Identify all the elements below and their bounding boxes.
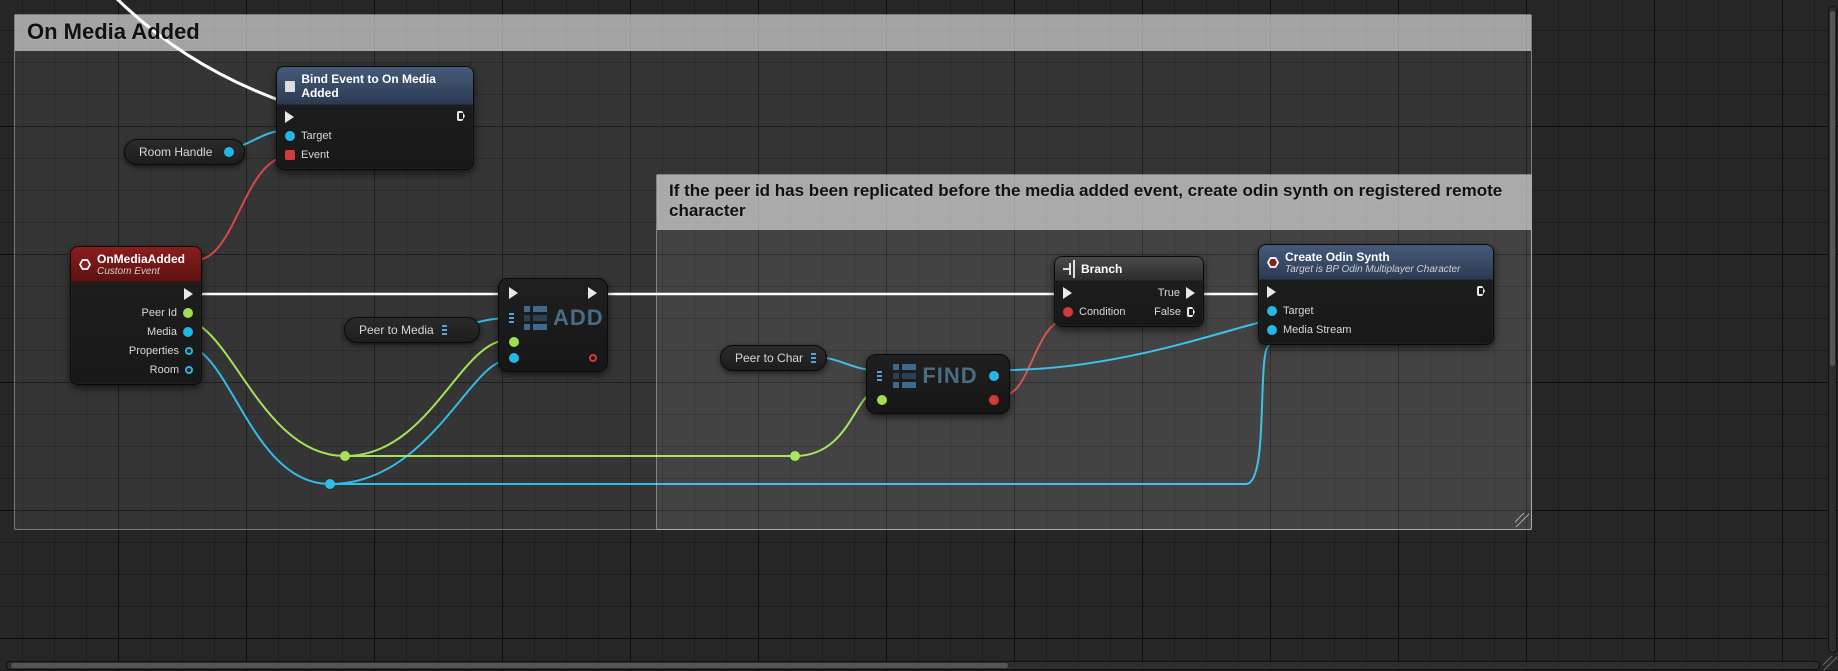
- exec-in-pin[interactable]: [1267, 286, 1351, 298]
- output-pin[interactable]: [224, 147, 234, 157]
- exec-out-pin[interactable]: [588, 287, 597, 299]
- exec-in-pin[interactable]: [285, 111, 332, 123]
- event-icon: [79, 259, 91, 271]
- map-graphic-icon: [524, 306, 547, 330]
- horizontal-scrollbar[interactable]: [6, 661, 1820, 670]
- pin-label: Target: [1283, 305, 1314, 317]
- variable-label: Peer to Media: [359, 323, 434, 337]
- node-map-add[interactable]: ADD: [498, 278, 608, 372]
- function-icon: [285, 81, 295, 92]
- node-map-find[interactable]: FIND: [866, 354, 1010, 414]
- pin-label: Peer Id: [142, 307, 177, 319]
- pin-target[interactable]: Target: [1267, 305, 1351, 317]
- node-title: Branch: [1055, 257, 1203, 281]
- pin-map-in[interactable]: [509, 313, 514, 323]
- node-on-media-added[interactable]: OnMediaAdded Custom Event Peer Id Media …: [70, 246, 202, 385]
- node-title: Bind Event to On Media Added: [277, 67, 473, 105]
- node-subtitle: Custom Event: [97, 266, 185, 277]
- exec-out-pin[interactable]: [184, 288, 193, 300]
- pin-label: True: [1158, 287, 1180, 299]
- exec-out-pin[interactable]: [1477, 286, 1485, 296]
- vertical-scrollbar[interactable]: [1828, 6, 1837, 653]
- pin-target[interactable]: Target: [285, 130, 332, 142]
- exec-in-pin[interactable]: [509, 287, 518, 299]
- exec-out-pin[interactable]: [457, 111, 465, 121]
- function-icon: [1267, 257, 1279, 269]
- scrollbar-thumb[interactable]: [11, 663, 1008, 668]
- node-title-text: Branch: [1081, 262, 1122, 276]
- pin-media-stream[interactable]: Media Stream: [1267, 324, 1351, 336]
- pin-label: Media: [147, 326, 177, 338]
- variable-label: Peer to Char: [735, 351, 803, 365]
- pin-label: Properties: [129, 345, 179, 357]
- node-subtitle: Target is BP Odin Multiplayer Character: [1285, 264, 1460, 275]
- pin-label: False: [1154, 306, 1181, 318]
- node-title: Create Odin Synth Target is BP Odin Mult…: [1259, 245, 1493, 280]
- comment-title[interactable]: On Media Added: [15, 15, 1531, 51]
- viewport-resize-grip[interactable]: [1823, 656, 1837, 670]
- variable-label: Room Handle: [139, 145, 212, 159]
- pin-value-in[interactable]: [509, 353, 519, 363]
- node-create-odin-synth[interactable]: Create Odin Synth Target is BP Odin Mult…: [1258, 244, 1494, 345]
- pin-value-out[interactable]: [989, 371, 999, 381]
- pin-key-in[interactable]: [509, 337, 519, 347]
- pin-label: Target: [301, 130, 332, 142]
- variable-peer-to-char[interactable]: Peer to Char: [720, 345, 827, 371]
- exec-in-pin[interactable]: [1063, 287, 1125, 299]
- node-branch[interactable]: Branch Condition True False: [1054, 256, 1204, 327]
- pin-peer-id[interactable]: Peer Id: [142, 307, 193, 319]
- node-label: FIND: [922, 363, 977, 389]
- node-title-text: Create Odin Synth: [1285, 250, 1460, 264]
- pin-true[interactable]: True: [1158, 287, 1195, 299]
- map-graphic-icon: [893, 364, 916, 388]
- node-title-text: OnMediaAdded: [97, 252, 185, 266]
- node-bind-event[interactable]: Bind Event to On Media Added Target Even…: [276, 66, 474, 170]
- pin-label: Condition: [1079, 306, 1125, 318]
- pin-room[interactable]: Room: [150, 364, 193, 376]
- pin-properties[interactable]: Properties: [129, 345, 193, 357]
- resize-grip[interactable]: [1515, 513, 1529, 527]
- pin-event[interactable]: Event: [285, 149, 332, 161]
- pin-condition[interactable]: Condition: [1063, 306, 1125, 318]
- pin-key-in[interactable]: [877, 395, 887, 405]
- node-label: ADD: [553, 305, 604, 331]
- pin-label: Media Stream: [1283, 324, 1351, 336]
- pin-bool-out[interactable]: [589, 354, 597, 362]
- pin-bool-out[interactable]: [989, 395, 999, 405]
- node-title-text: Bind Event to On Media Added: [301, 72, 463, 100]
- scrollbar-thumb[interactable]: [1830, 11, 1835, 366]
- pin-label: Room: [150, 364, 179, 376]
- variable-peer-to-media[interactable]: Peer to Media: [344, 317, 480, 343]
- pin-map-in[interactable]: [877, 371, 882, 381]
- node-title: OnMediaAdded Custom Event: [71, 247, 201, 282]
- pin-false[interactable]: False: [1154, 306, 1195, 318]
- map-icon: [442, 325, 447, 335]
- branch-icon: [1063, 263, 1075, 275]
- pin-label: Event: [301, 149, 329, 161]
- pin-media[interactable]: Media: [147, 326, 193, 338]
- comment-inner-title[interactable]: If the peer id has been replicated befor…: [657, 175, 1531, 230]
- variable-room-handle[interactable]: Room Handle: [124, 139, 245, 165]
- map-icon: [811, 353, 816, 363]
